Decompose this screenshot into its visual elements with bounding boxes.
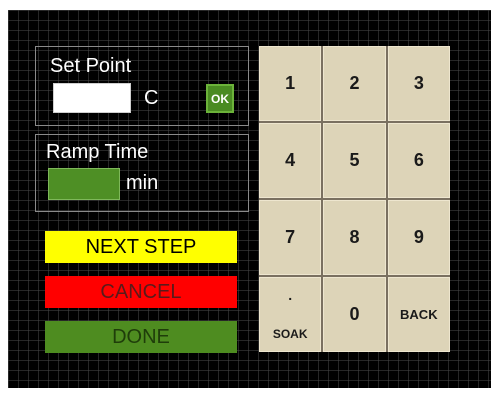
next-step-button[interactable]: NEXT STEP	[45, 231, 237, 263]
ramp-time-input[interactable]	[48, 168, 120, 200]
soak-label: SOAK	[272, 327, 308, 341]
ramp-time-unit: min	[126, 172, 159, 194]
setpoint-title: Set Point	[50, 55, 132, 77]
key-7[interactable]: 7	[259, 200, 322, 275]
key-9[interactable]: 9	[387, 200, 450, 275]
back-key[interactable]: BACK	[387, 277, 450, 352]
numeric-keypad: 1 2 3 4 5 6 7 8 9 . SOAK 0 BACK	[259, 46, 450, 352]
key-8[interactable]: 8	[323, 200, 386, 275]
key-1[interactable]: 1	[259, 46, 322, 121]
controller-screen: Set Point C OK Ramp Time min NEXT STEP C…	[8, 10, 491, 388]
key-5[interactable]: 5	[323, 123, 386, 198]
ok-button[interactable]: OK	[206, 84, 234, 113]
setpoint-panel: Set Point C OK	[35, 46, 249, 126]
key-2[interactable]: 2	[323, 46, 386, 121]
key-3[interactable]: 3	[387, 46, 450, 121]
decimal-point-label: .	[288, 287, 293, 303]
key-6[interactable]: 6	[387, 123, 450, 198]
key-decimal-soak[interactable]: . SOAK	[259, 277, 322, 352]
ramp-time-panel: Ramp Time min	[35, 134, 249, 212]
key-4[interactable]: 4	[259, 123, 322, 198]
key-0[interactable]: 0	[323, 277, 386, 352]
cancel-button[interactable]: CANCEL	[45, 276, 237, 308]
ramp-time-title: Ramp Time	[46, 141, 149, 163]
setpoint-unit: C	[144, 87, 159, 109]
done-button[interactable]: DONE	[45, 321, 237, 353]
setpoint-input[interactable]	[53, 83, 131, 113]
